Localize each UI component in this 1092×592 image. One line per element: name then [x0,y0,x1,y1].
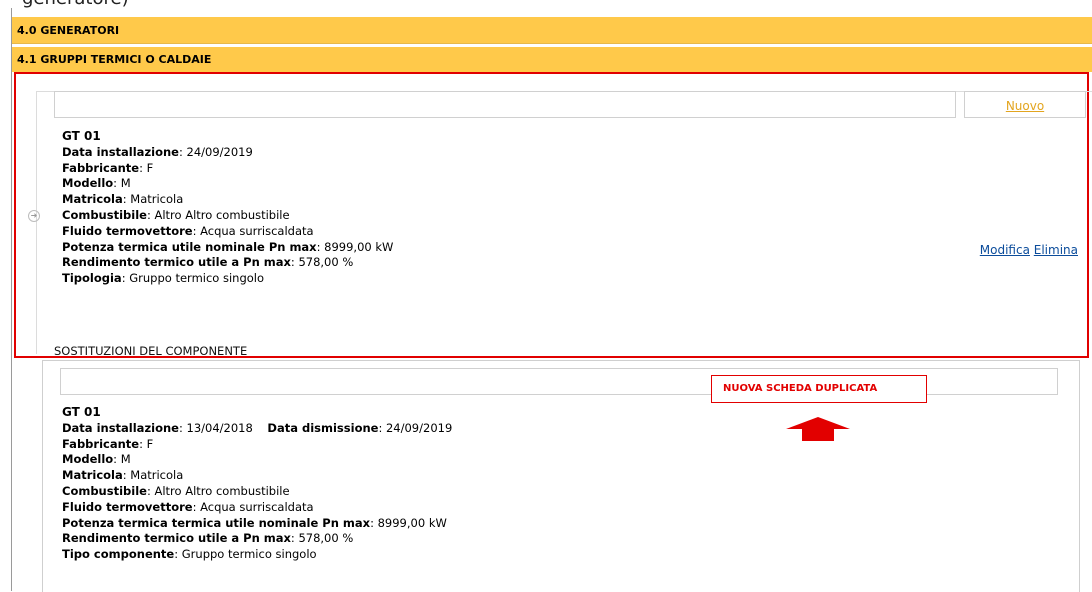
component-code: GT 01 [62,129,101,143]
detail-row: Matricola: Matricola [62,468,184,483]
field-value: Acqua surriscaldata [200,499,314,514]
field-label: Matricola [62,468,123,483]
row-actions: Modifica Elimina [980,243,1078,257]
circle-arrow-icon[interactable]: ➜ [28,210,40,222]
new-link[interactable]: Nuovo [1006,99,1044,113]
field-label: Data dismissione [267,420,379,435]
detail-row: Tipologia: Gruppo termico singolo [62,271,265,286]
field-value: Altro Altro combustibile [154,483,290,498]
field-value: Acqua surriscaldata [200,223,314,238]
field-value: M [120,452,131,467]
detail-row: Rendimento termico utile a Pn max: 578,0… [62,255,354,270]
field-value: Gruppo termico singolo [129,271,265,286]
field-value: F [146,436,154,451]
field-value: 24/09/2019 [385,420,453,435]
duplicate-annotation: NUOVA SCHEDA DUPLICATA [711,375,927,403]
field-label: Rendimento termico utile a Pn max [62,255,291,270]
section-header-gruppi-termici: 4.1 GRUPPI TERMICI O CALDAIE [12,47,1092,72]
replacements-heading: SOSTITUZIONI DEL COMPONENTE [54,344,248,358]
detail-row: Fluido termovettore: Acqua surriscaldata [62,223,314,238]
field-value: Matricola [130,192,184,207]
detail-row: Potenza termica termica utile nominale P… [62,515,447,530]
detail-row: Potenza termica utile nominale Pn max: 8… [62,239,394,254]
field-label: Combustibile [62,483,147,498]
field-label: Matricola [62,192,123,207]
field-label: Combustibile [62,207,147,222]
section-header-generatori: 4.0 GENERATORI [12,17,1092,44]
field-label: Fabbricante [62,160,140,175]
field-label: Modello [62,176,114,191]
field-value: Altro Altro combustibile [154,207,290,222]
field-label: Potenza termica termica utile nominale P… [62,515,371,530]
filter-input[interactable] [54,91,956,118]
detail-row: Matricola: Matricola [62,192,184,207]
detail-row: Modello: M [62,452,131,467]
field-label: Fluido termovettore [62,223,193,238]
detail-row: Data installazione: 13/04/2018 Data dism… [62,420,453,435]
detail-row: Combustibile: Altro Altro combustibile [62,483,290,498]
replacement-code: GT 01 [62,405,101,419]
field-value: 8999,00 kW [377,515,447,530]
field-value: 24/09/2019 [186,144,253,159]
field-value: Gruppo termico singolo [181,547,317,562]
field-label: Data installazione [62,420,179,435]
frame-border [11,8,12,591]
up-arrow-icon [786,417,850,441]
field-value: M [120,176,131,191]
field-label: Modello [62,452,114,467]
field-label: Tipologia [62,271,122,286]
field-value: 578,00 % [298,531,354,546]
field-label: Rendimento termico utile a Pn max [62,531,291,546]
detail-row: Data installazione: 24/09/2019 [62,144,253,159]
detail-row: Combustibile: Altro Altro combustibile [62,207,290,222]
field-label: Tipo componente [62,547,175,562]
top-text-fragment: generatore) [22,0,129,9]
detail-row: Fabbricante: F [62,160,154,175]
field-label: Fluido termovettore [62,499,193,514]
field-label: Data installazione [62,144,179,159]
detail-row: Modello: M [62,176,131,191]
component-details: GT 01 Data installazione: 24/09/2019 Fab… [62,129,393,287]
field-value: F [146,160,154,175]
edit-link[interactable]: Modifica [980,243,1030,257]
detail-row: Tipo componente: Gruppo termico singolo [62,547,317,562]
field-label: Fabbricante [62,436,140,451]
new-button-cell: Nuovo [964,91,1086,118]
field-value: 578,00 % [298,255,354,270]
field-value: 13/04/2018 [186,420,253,435]
detail-row: Fluido termovettore: Acqua surriscaldata [62,499,314,514]
field-value: Matricola [130,468,184,483]
delete-link[interactable]: Elimina [1034,243,1078,257]
field-label: Potenza termica utile nominale Pn max [62,239,317,254]
detail-row: Rendimento termico utile a Pn max: 578,0… [62,531,354,546]
detail-row: Fabbricante: F [62,436,154,451]
field-value: 8999,00 kW [324,239,394,254]
replacement-details: GT 01 Data installazione: 13/04/2018 Dat… [62,405,452,563]
